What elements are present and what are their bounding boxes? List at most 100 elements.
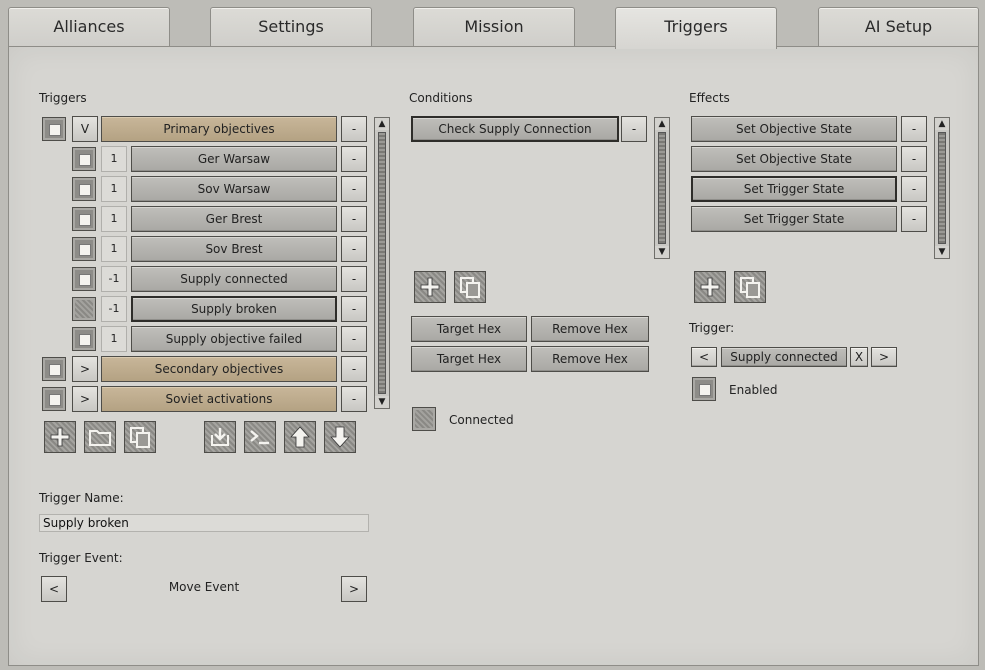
remove-hex-button[interactable]: Remove Hex	[531, 316, 649, 342]
group-remove-button[interactable]: -	[341, 116, 367, 142]
trigger-item[interactable]: Sov Brest	[131, 236, 337, 262]
scroll-up-arrow[interactable]: ▲	[375, 118, 389, 130]
copy-condition-button[interactable]	[454, 271, 486, 303]
effect-trigger-select[interactable]: Supply connected	[721, 347, 847, 367]
group-checkbox[interactable]	[42, 387, 66, 411]
tab-alliances[interactable]: Alliances	[8, 7, 170, 47]
effect-remove-button[interactable]: -	[901, 206, 927, 232]
group-soviet-activations[interactable]: Soviet activations	[101, 386, 337, 412]
trigger-item[interactable]: Ger Brest	[131, 206, 337, 232]
effect-trigger-next-button[interactable]: >	[871, 347, 897, 367]
target-hex-button[interactable]: Target Hex	[411, 316, 527, 342]
scroll-down-arrow[interactable]: ▼	[935, 246, 949, 258]
copy-effect-button[interactable]	[734, 271, 766, 303]
trigger-remove-button[interactable]: -	[341, 266, 367, 292]
trigger-checkbox[interactable]	[72, 177, 96, 201]
group-remove-button[interactable]: -	[341, 386, 367, 412]
move-up-icon	[290, 426, 310, 448]
effect-item[interactable]: Set Objective State	[691, 116, 897, 142]
trigger-item[interactable]: Sov Warsaw	[131, 176, 337, 202]
trigger-remove-button[interactable]: -	[341, 176, 367, 202]
move-down-button[interactable]	[324, 421, 356, 453]
tab-settings[interactable]: Settings	[210, 7, 372, 47]
trigger-checkbox[interactable]	[72, 297, 96, 321]
remove-hex-button[interactable]: Remove Hex	[531, 346, 649, 372]
scroll-up-arrow[interactable]: ▲	[935, 118, 949, 130]
trigger-checkbox[interactable]	[72, 207, 96, 231]
event-prev-button[interactable]: <	[41, 576, 67, 602]
triggers-heading: Triggers	[39, 91, 87, 105]
trigger-item[interactable]: Supply connected	[131, 266, 337, 292]
console-button[interactable]	[244, 421, 276, 453]
group-checkbox[interactable]	[42, 117, 66, 141]
scroll-down-arrow[interactable]: ▼	[655, 246, 669, 258]
connected-checkbox[interactable]	[412, 407, 436, 431]
group-toggle-button[interactable]: >	[72, 356, 98, 382]
add-effect-button[interactable]	[694, 271, 726, 303]
add-condition-button[interactable]	[414, 271, 446, 303]
trigger-count: 1	[101, 176, 127, 202]
trigger-event-label: Trigger Event:	[39, 551, 123, 565]
group-secondary-objectives[interactable]: Secondary objectives	[101, 356, 337, 382]
trigger-item[interactable]: Ger Warsaw	[131, 146, 337, 172]
trigger-remove-button[interactable]: -	[341, 146, 367, 172]
effect-trigger-clear-button[interactable]: X	[850, 347, 868, 367]
group-primary-objectives[interactable]: Primary objectives	[101, 116, 337, 142]
tab-triggers[interactable]: Triggers	[615, 7, 777, 49]
scroll-thumb[interactable]	[378, 132, 386, 394]
enabled-checkbox[interactable]	[692, 377, 716, 401]
effect-item[interactable]: Set Trigger State	[691, 206, 897, 232]
effect-trigger-label: Trigger:	[689, 321, 735, 335]
add-trigger-button[interactable]	[44, 421, 76, 453]
trigger-checkbox[interactable]	[72, 327, 96, 351]
add-icon	[50, 427, 70, 447]
add-folder-button[interactable]	[84, 421, 116, 453]
effects-heading: Effects	[689, 91, 730, 105]
group-toggle-button[interactable]: V	[72, 116, 98, 142]
trigger-remove-button[interactable]: -	[341, 296, 367, 322]
import-trigger-button[interactable]	[204, 421, 236, 453]
move-up-button[interactable]	[284, 421, 316, 453]
copy-icon	[460, 277, 480, 298]
import-icon	[211, 428, 229, 446]
effect-item[interactable]: Set Objective State	[691, 146, 897, 172]
console-icon	[250, 430, 269, 445]
event-next-button[interactable]: >	[341, 576, 367, 602]
trigger-name-label: Trigger Name:	[39, 491, 124, 505]
condition-remove-button[interactable]: -	[621, 116, 647, 142]
scroll-thumb[interactable]	[938, 132, 946, 244]
trigger-checkbox[interactable]	[72, 147, 96, 171]
effect-item-selected[interactable]: Set Trigger State	[691, 176, 897, 202]
trigger-item[interactable]: Supply objective failed	[131, 326, 337, 352]
trigger-count: 1	[101, 206, 127, 232]
condition-item-selected[interactable]: Check Supply Connection	[411, 116, 619, 142]
trigger-remove-button[interactable]: -	[341, 326, 367, 352]
scroll-thumb[interactable]	[658, 132, 666, 244]
conditions-scrollbar[interactable]: ▲ ▼	[654, 117, 670, 259]
group-remove-button[interactable]: -	[341, 356, 367, 382]
folder-icon	[89, 430, 111, 446]
copy-trigger-button[interactable]	[124, 421, 156, 453]
trigger-remove-button[interactable]: -	[341, 206, 367, 232]
trigger-count: -1	[101, 296, 127, 322]
scroll-up-arrow[interactable]: ▲	[655, 118, 669, 130]
target-hex-button[interactable]: Target Hex	[411, 346, 527, 372]
trigger-checkbox[interactable]	[72, 267, 96, 291]
enabled-label: Enabled	[729, 383, 778, 397]
effect-trigger-prev-button[interactable]: <	[691, 347, 717, 367]
effects-scrollbar[interactable]: ▲ ▼	[934, 117, 950, 259]
tab-ai-setup[interactable]: AI Setup	[818, 7, 979, 47]
scroll-down-arrow[interactable]: ▼	[375, 396, 389, 408]
group-checkbox[interactable]	[42, 357, 66, 381]
effect-remove-button[interactable]: -	[901, 176, 927, 202]
group-toggle-button[interactable]: >	[72, 386, 98, 412]
trigger-item-selected[interactable]: Supply broken	[131, 296, 337, 322]
trigger-checkbox[interactable]	[72, 237, 96, 261]
triggers-scrollbar[interactable]: ▲ ▼	[374, 117, 390, 409]
trigger-remove-button[interactable]: -	[341, 236, 367, 262]
trigger-name-field[interactable]: Supply broken	[39, 514, 369, 532]
copy-icon	[130, 427, 150, 448]
tab-mission[interactable]: Mission	[413, 7, 575, 47]
effect-remove-button[interactable]: -	[901, 116, 927, 142]
effect-remove-button[interactable]: -	[901, 146, 927, 172]
